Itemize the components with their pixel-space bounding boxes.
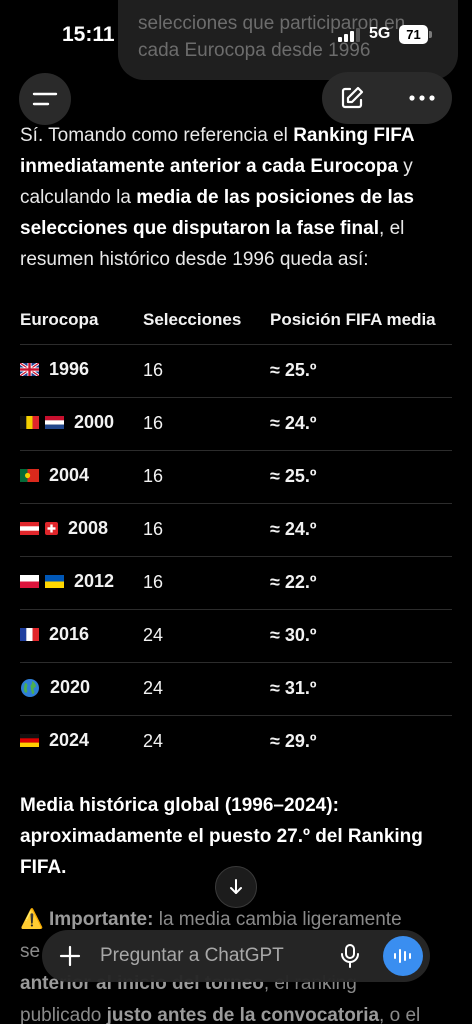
flag-france-icon xyxy=(20,628,39,641)
status-time: 15:11 xyxy=(62,23,115,46)
cell-eurocopa: 2008 xyxy=(20,518,108,539)
network-type: 5G xyxy=(369,25,391,42)
cell-year: 2012 xyxy=(74,571,115,591)
cell-year: 2004 xyxy=(49,465,90,485)
table-row: 2012 16 ≈ 22.º xyxy=(20,557,452,610)
flag-austria-icon xyxy=(20,522,39,535)
cell-posicion-media: ≈ 24.º xyxy=(270,413,317,433)
flag-netherlands-icon xyxy=(45,416,64,429)
menu-icon xyxy=(32,92,58,106)
table-row: 2004 16 ≈ 25.º xyxy=(20,451,452,504)
table-row: 1996 16 ≈ 25.º xyxy=(20,345,452,398)
cell-posicion-media: ≈ 30.º xyxy=(270,625,317,645)
cell-posicion-media: ≈ 25.º xyxy=(270,360,317,380)
mic-icon xyxy=(341,944,359,968)
table-row: 2024 24 ≈ 29.º xyxy=(20,716,452,769)
cell-posicion-media: ≈ 31.º xyxy=(270,678,317,698)
faded-line: , o el xyxy=(379,1005,421,1024)
cell-year: 2008 xyxy=(68,518,109,538)
flag-portugal-icon xyxy=(20,469,39,482)
cell-posicion-media: ≈ 24.º xyxy=(270,519,317,539)
cell-year: 2000 xyxy=(74,412,115,432)
table-body: 1996 16 ≈ 25.º 2000 16 ≈ 24.º 2004 16 ≈ 25.º 2008… xyxy=(20,345,452,769)
assistant-intro: Sí. Tomando como referencia el Ranking F… xyxy=(20,120,450,275)
new-chat-button[interactable] xyxy=(332,78,372,118)
flag-belgium-icon xyxy=(20,416,39,429)
flag-switzerland-icon xyxy=(45,522,58,535)
battery-level: 71 xyxy=(399,25,428,44)
plus-icon xyxy=(59,945,81,967)
cell-year: 1996 xyxy=(49,359,90,379)
cell-posicion-media: ≈ 29.º xyxy=(270,731,317,751)
table-header: Eurocopa Selecciones Posición FIFA media xyxy=(20,298,452,345)
edit-icon xyxy=(341,86,364,109)
flag-uk-icon xyxy=(20,363,39,376)
header-posicion: Posición FIFA media xyxy=(270,310,436,329)
cell-selecciones: 16 xyxy=(143,572,164,592)
flag-poland-icon xyxy=(20,575,39,588)
euro-fifa-table: Eurocopa Selecciones Posición FIFA media… xyxy=(20,298,452,769)
attach-button[interactable] xyxy=(52,938,88,974)
message-composer xyxy=(42,930,430,982)
globe-icon xyxy=(20,678,40,698)
warning-icon: ⚠️ xyxy=(20,909,44,930)
cell-eurocopa: 2000 xyxy=(20,412,114,433)
more-icon xyxy=(409,95,435,101)
chevron-down-icon xyxy=(230,879,242,894)
table-row: 2016 24 ≈ 30.º xyxy=(20,610,452,663)
faded-line: publicado xyxy=(20,1005,107,1024)
table-row: 2020 24 ≈ 31.º xyxy=(20,663,452,716)
header-eurocopa: Eurocopa xyxy=(20,310,99,329)
cell-selecciones: 24 xyxy=(143,731,164,751)
more-options-button[interactable] xyxy=(400,78,444,118)
cell-eurocopa: 2016 xyxy=(20,624,89,645)
cell-selecciones: 16 xyxy=(143,360,164,380)
cell-selecciones: 24 xyxy=(143,678,164,698)
status-bar: 15:11 5G 71 xyxy=(0,0,472,60)
faded-line: la media cambia ligeramente xyxy=(153,909,402,930)
signal-icon xyxy=(338,28,364,42)
flag-ukraine-icon xyxy=(45,575,64,588)
header-selecciones: Selecciones xyxy=(143,310,242,329)
cell-eurocopa: 1996 xyxy=(20,359,89,380)
battery-icon: 71 xyxy=(399,25,432,44)
scroll-to-bottom-button[interactable] xyxy=(215,866,257,908)
table-row: 2000 16 ≈ 24.º xyxy=(20,398,452,451)
cell-year: 2016 xyxy=(49,624,90,644)
cell-selecciones: 16 xyxy=(143,466,164,486)
cell-eurocopa: 2004 xyxy=(20,465,89,486)
table-row: 2008 16 ≈ 24.º xyxy=(20,504,452,557)
dictate-button[interactable] xyxy=(334,940,366,972)
prompt-input[interactable] xyxy=(100,944,320,968)
menu-button[interactable] xyxy=(19,73,71,125)
cell-eurocopa: 2020 xyxy=(20,677,90,698)
cell-year: 2020 xyxy=(50,677,91,697)
voice-wave-icon xyxy=(394,949,411,963)
cell-posicion-media: ≈ 22.º xyxy=(270,572,317,592)
header-actions xyxy=(322,72,452,124)
warning-label: Importante: xyxy=(48,909,154,930)
faded-bold: justo antes de la convocatoria xyxy=(106,1005,380,1024)
cell-selecciones: 16 xyxy=(143,413,164,433)
faded-line: se xyxy=(20,941,41,962)
cell-selecciones: 16 xyxy=(143,519,164,539)
flag-germany-icon xyxy=(20,734,39,747)
cell-selecciones: 24 xyxy=(143,625,164,645)
cell-year: 2024 xyxy=(49,730,90,750)
voice-mode-button[interactable] xyxy=(383,936,423,976)
intro-text: Sí. Tomando como referencia el xyxy=(20,125,294,146)
cell-eurocopa: 2012 xyxy=(20,571,114,592)
cell-eurocopa: 2024 xyxy=(20,730,89,751)
cell-posicion-media: ≈ 25.º xyxy=(270,466,317,486)
